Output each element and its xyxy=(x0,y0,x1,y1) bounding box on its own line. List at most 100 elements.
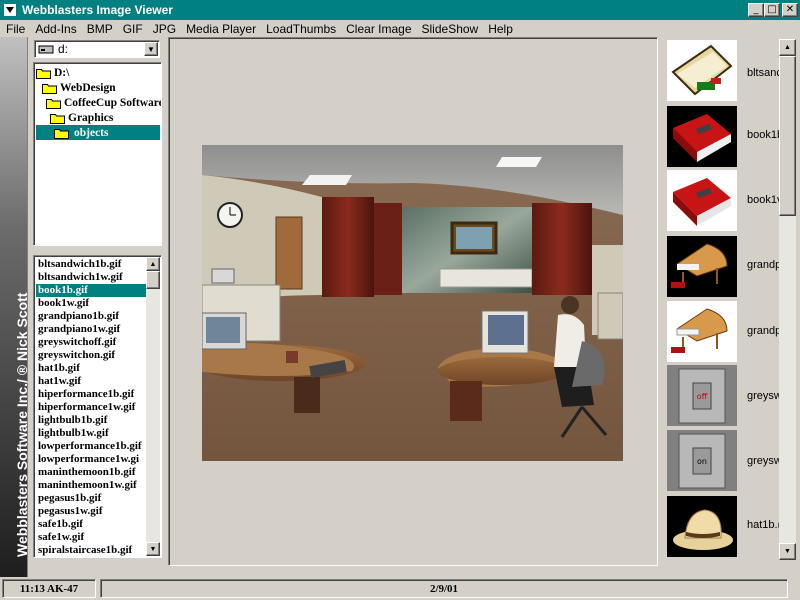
switch-on-icon: on xyxy=(678,433,726,489)
tree-item-coffeecup[interactable]: CoffeeCup Software xyxy=(46,95,162,110)
file-list-item[interactable]: hat1w.gif xyxy=(36,375,147,388)
file-list-item[interactable]: hiperformance1b.gif xyxy=(36,388,147,401)
folder-open-icon xyxy=(36,68,51,79)
drive-select[interactable]: d: ▼ xyxy=(34,40,160,58)
drive-icon xyxy=(38,45,54,54)
thumbnail-2[interactable] xyxy=(667,106,737,167)
thumbnail-3[interactable] xyxy=(667,170,737,231)
brand-sidebar: Webblasters Software Inc./ ® Nick Scott xyxy=(0,37,30,577)
hat-icon xyxy=(673,509,733,550)
menu-media-player[interactable]: Media Player xyxy=(186,22,256,36)
tree-item-label: objects xyxy=(72,126,111,139)
folder-tree[interactable]: D:\ WebDesign CoffeeCup Software Graphic… xyxy=(33,62,162,246)
menu-bmp[interactable]: BMP xyxy=(87,22,113,36)
switch-off-icon: off xyxy=(678,368,726,424)
thumbnail-label: grandp xyxy=(747,325,782,337)
window-title: Webblasters Image Viewer xyxy=(22,3,173,17)
menu-file[interactable]: File xyxy=(6,22,25,36)
scroll-up-icon[interactable]: ▲ xyxy=(146,257,160,271)
thumbnail-scrollbar[interactable]: ▲ ▼ xyxy=(779,39,796,560)
switch-on-text: on xyxy=(697,457,707,466)
file-list-item[interactable]: greyswitchon.gif xyxy=(36,349,147,362)
status-date: 2/9/01 xyxy=(100,579,788,598)
scroll-down-icon[interactable]: ▼ xyxy=(779,543,796,560)
tree-item-label: D:\ xyxy=(54,66,70,79)
thumbnail-1[interactable] xyxy=(667,40,737,101)
minimize-button[interactable]: _ xyxy=(748,3,764,17)
sandwich-icon xyxy=(671,44,733,96)
file-list-item[interactable]: hat1b.gif xyxy=(36,362,147,375)
file-list-scrollbar[interactable]: ▲ ▼ xyxy=(146,257,160,556)
file-list-item[interactable]: maninthemoon1b.gif xyxy=(36,466,147,479)
status-time: 11:13 AK-47 xyxy=(2,579,96,598)
file-list[interactable]: bltsandwich1b.gif bltsandwich1w.gif book1b… xyxy=(33,255,162,558)
menu-help[interactable]: Help xyxy=(488,22,513,36)
file-list-item[interactable]: pegasus1w.gif xyxy=(36,505,147,518)
menu-clear-image[interactable]: Clear Image xyxy=(346,22,411,36)
file-list-item[interactable]: book1b.gif xyxy=(36,284,147,297)
thumbnail-label: hat1b.( xyxy=(747,519,782,531)
file-list-item[interactable]: maninthemoon1w.gif xyxy=(36,479,147,492)
folder-open-icon xyxy=(42,83,57,94)
status-bar: 11:13 AK-47 2/9/01 xyxy=(0,577,800,600)
file-list-item[interactable]: spiralstaircase1b.gif xyxy=(36,544,147,557)
file-list-item[interactable]: safe1b.gif xyxy=(36,518,147,531)
thumbnail-label: grandp xyxy=(747,259,782,271)
scroll-down-icon[interactable]: ▼ xyxy=(146,542,160,556)
file-list-item[interactable]: pegasus1b.gif xyxy=(36,492,147,505)
brand-text: Webblasters Software Inc./ ® Nick Scott xyxy=(14,292,30,557)
file-list-item[interactable]: lowperformance1b.gif xyxy=(36,440,147,453)
menu-slideshow[interactable]: SlideShow xyxy=(422,22,479,36)
menu-loadthumbs[interactable]: LoadThumbs xyxy=(266,22,336,36)
book-icon xyxy=(673,178,731,226)
folder-open-icon xyxy=(50,113,65,124)
thumbnail-4[interactable] xyxy=(667,236,737,297)
thumbnail-8[interactable] xyxy=(667,496,737,557)
thumbnail-label: greysw xyxy=(747,455,782,467)
maximize-button[interactable]: □ xyxy=(764,3,780,17)
file-list-item[interactable]: safe1w.gif xyxy=(36,531,147,544)
folder-open-icon xyxy=(46,98,61,109)
file-list-item[interactable]: hiperformance1w.gif xyxy=(36,401,147,414)
file-list-item[interactable]: bltsandwich1b.gif xyxy=(36,258,147,271)
menu-jpg[interactable]: JPG xyxy=(153,22,176,36)
drive-value: d: xyxy=(58,42,69,56)
scroll-thumb[interactable] xyxy=(779,56,796,216)
tree-item-d[interactable]: D:\ xyxy=(36,65,69,80)
scroll-thumb[interactable] xyxy=(146,271,160,289)
file-list-item[interactable]: greyswitchoff.gif xyxy=(36,336,147,349)
file-list-item[interactable]: grandpiano1b.gif xyxy=(36,310,147,323)
tree-item-label: Graphics xyxy=(68,111,114,124)
image-panel xyxy=(168,37,658,566)
piano-icon xyxy=(671,243,728,288)
thumbnail-7[interactable]: on xyxy=(667,430,737,491)
file-list-item[interactable]: lowperformance1w.gi xyxy=(36,453,147,466)
file-list-item[interactable]: lightbulb1b.gif xyxy=(36,414,147,427)
thumbnail-label: greysw xyxy=(747,390,782,402)
switch-off-text: off xyxy=(697,392,708,401)
title-bar: Webblasters Image Viewer _ □ ✕ xyxy=(0,0,800,20)
file-list-item[interactable]: bltsandwich1w.gif xyxy=(36,271,147,284)
file-list-item[interactable]: grandpiano1w.gif xyxy=(36,323,147,336)
tree-item-label: WebDesign xyxy=(60,81,116,94)
file-list-item[interactable]: lightbulb1w.gif xyxy=(36,427,147,440)
app-icon[interactable] xyxy=(2,2,18,18)
book-icon xyxy=(673,114,731,162)
menu-gif[interactable]: GIF xyxy=(123,22,143,36)
close-button[interactable]: ✕ xyxy=(782,3,798,17)
office-render-illustration xyxy=(202,145,623,461)
file-list-item[interactable]: book1w.gif xyxy=(36,297,147,310)
tree-item-objects[interactable]: objects xyxy=(36,125,160,140)
tree-item-webdesign[interactable]: WebDesign xyxy=(42,80,116,95)
scroll-up-icon[interactable]: ▲ xyxy=(779,39,796,56)
file-items: bltsandwich1b.gif bltsandwich1w.gif book1b… xyxy=(36,258,147,557)
tree-item-graphics[interactable]: Graphics xyxy=(50,110,113,125)
menu-add-ins[interactable]: Add-Ins xyxy=(35,22,76,36)
thumbnail-6[interactable]: off xyxy=(667,365,737,426)
folder-open-icon xyxy=(54,128,69,139)
tree-item-label: CoffeeCup Software xyxy=(64,96,162,109)
chevron-down-icon[interactable]: ▼ xyxy=(144,42,158,56)
thumbnail-5[interactable] xyxy=(667,301,737,362)
thumbnail-label: bltsanc xyxy=(747,67,782,79)
piano-icon xyxy=(671,308,728,353)
